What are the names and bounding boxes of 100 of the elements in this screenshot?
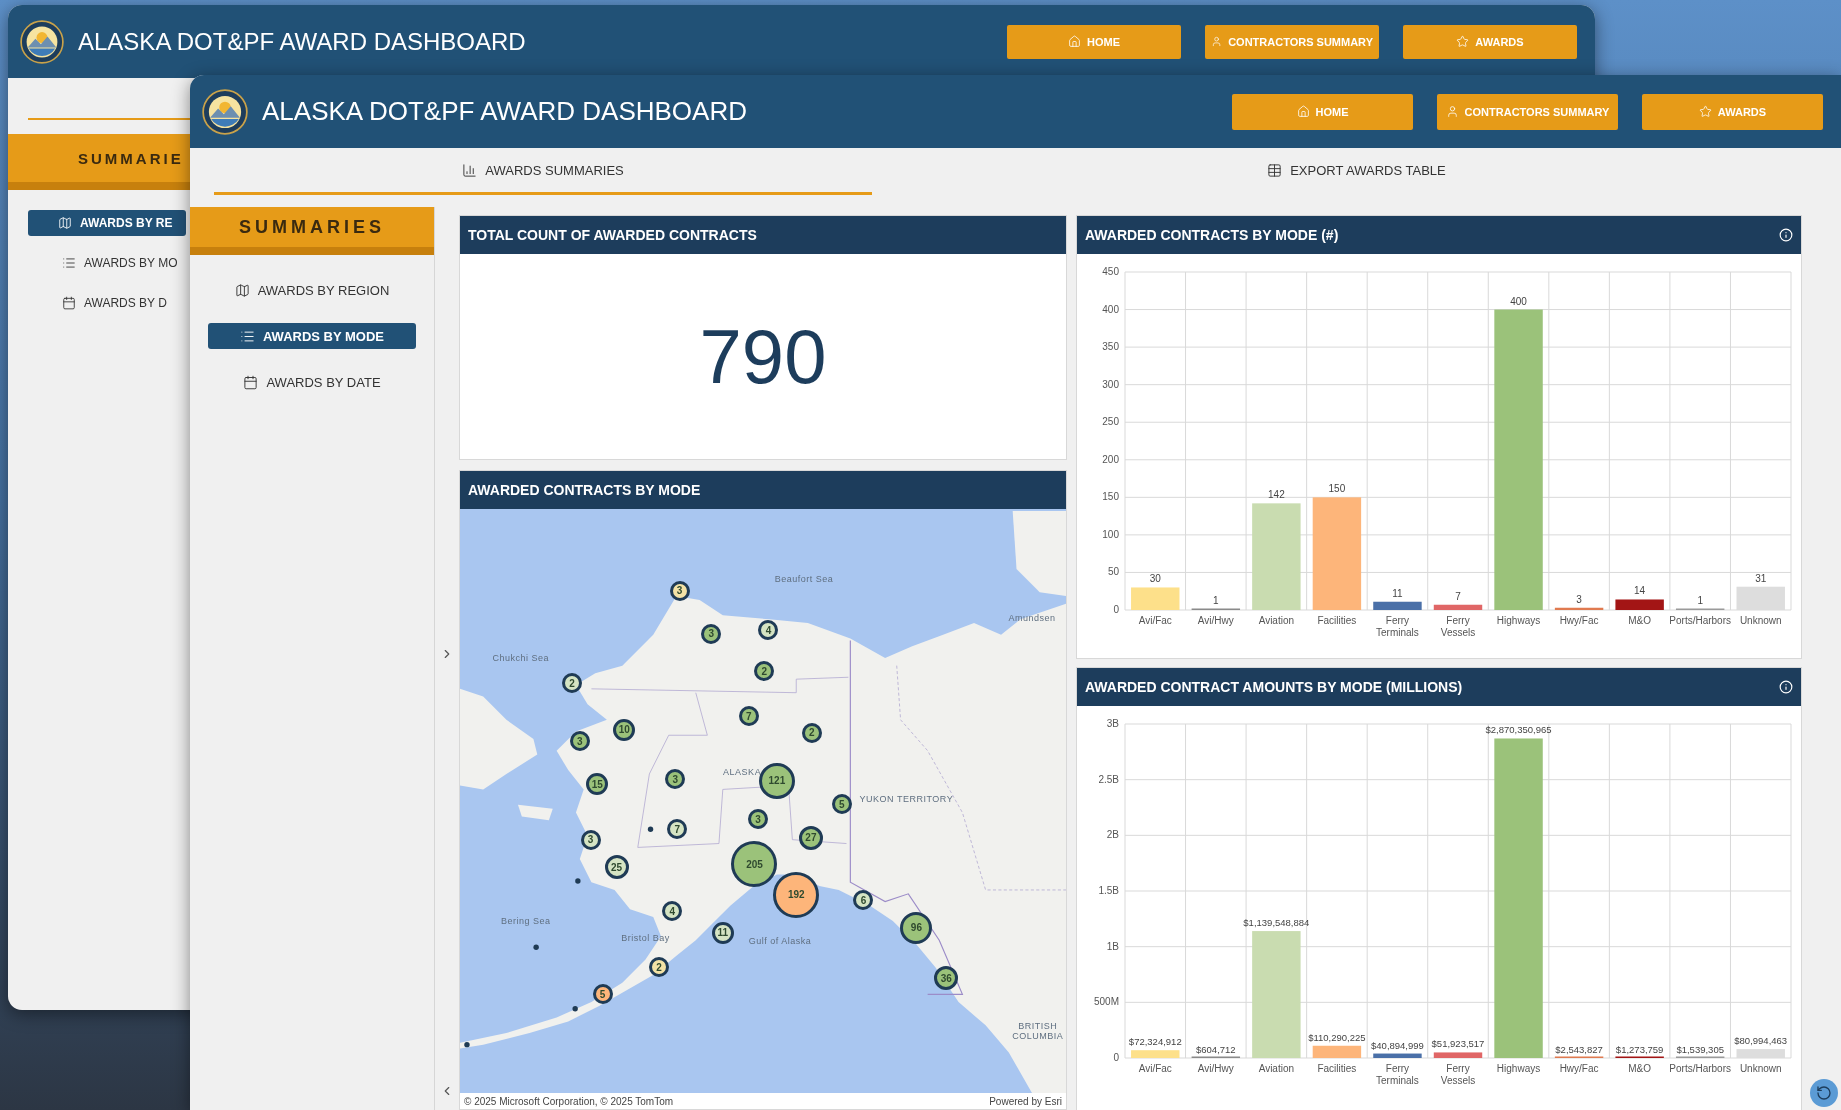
axis-tick-label: 450 — [1102, 266, 1119, 277]
cluster-marker[interactable]: 6 — [853, 890, 874, 910]
refresh-button[interactable] — [1810, 1079, 1838, 1107]
star-icon — [1698, 105, 1712, 118]
map-label: Beaufort Sea — [774, 573, 834, 584]
logo-icon — [20, 19, 64, 64]
category-label: Avi/Fac — [1138, 1063, 1172, 1074]
sidebar-item[interactable]: AWARDS BY MO — [28, 250, 186, 276]
data-label: 142 — [1268, 489, 1285, 501]
category-label: Avi/Hwy — [1197, 615, 1234, 626]
axis-tick-label: 3B — [1106, 718, 1119, 729]
card-title: AWARDED CONTRACT AMOUNTS BY MODE (MILLIONS) — [1085, 679, 1463, 695]
category-label: Ports/Harbors — [1669, 1063, 1732, 1074]
window-title: ALASKA DOT&PF AWARD DASHBOARD — [262, 96, 748, 127]
sidebar-item[interactable]: AWARDS BY RE — [28, 210, 186, 236]
cluster-marker[interactable]: 3 — [669, 580, 690, 601]
data-label: $604,712 — [1196, 1044, 1236, 1055]
category-label: Avi/Fac — [1138, 615, 1172, 626]
data-label: 14 — [1634, 585, 1646, 597]
map-credit: Powered by Esri — [989, 1095, 1062, 1107]
logo-icon — [202, 88, 248, 135]
house-icon — [1068, 35, 1081, 48]
cluster-marker[interactable]: 3 — [580, 829, 601, 850]
data-label: $2,870,350,965 — [1485, 724, 1552, 736]
data-label: 30 — [1149, 573, 1161, 585]
bar — [1433, 1052, 1483, 1058]
card-title: AWARDED CONTRACTS BY MODE — [468, 482, 701, 498]
sidebar-item[interactable]: AWARDS BY REGION — [208, 277, 416, 303]
category-label: Avi/Hwy — [1197, 1063, 1234, 1074]
axis-tick-label: 1B — [1106, 940, 1119, 952]
data-label: $80,994,463 — [1734, 1035, 1788, 1047]
cluster-marker[interactable]: 5 — [592, 984, 613, 1005]
data-label: $72,324,912 — [1128, 1036, 1182, 1048]
sidebar-item[interactable]: AWARDS BY D — [28, 290, 186, 316]
category-label: Ferry Vessels — [1440, 615, 1476, 638]
category-label: Aviation — [1258, 1063, 1295, 1074]
map-label: Bristol Bay — [621, 933, 670, 944]
data-label: 1 — [1213, 595, 1219, 607]
tab[interactable]: EXPORT AWARDS TABLE — [872, 148, 1841, 195]
cluster-marker[interactable]: 2 — [562, 673, 583, 694]
category-label: Unknown — [1739, 1063, 1782, 1074]
sidebar-title: SUMMARIES — [239, 216, 385, 238]
cluster-marker[interactable]: 11 — [711, 921, 734, 944]
calendar-icon — [243, 374, 259, 390]
info-icon[interactable] — [1779, 680, 1793, 694]
category-label: Ferry Terminals — [1376, 1063, 1419, 1086]
map-icon — [58, 216, 72, 230]
category-label: Unknown — [1739, 615, 1782, 626]
data-label: 11 — [1392, 587, 1403, 599]
tab[interactable]: AWARDS SUMMARIES — [214, 148, 872, 195]
axis-tick-label: 250 — [1102, 416, 1119, 428]
sidebar-item[interactable]: AWARDS BY DATE — [208, 369, 416, 395]
axis-tick-label: 200 — [1102, 453, 1119, 465]
axis-tick-label: 500M — [1094, 996, 1119, 1008]
bar — [1373, 601, 1422, 610]
data-label: $2,543,827 — [1555, 1044, 1603, 1055]
data-label: 31 — [1755, 572, 1767, 584]
bar — [1312, 1045, 1362, 1058]
bar — [1131, 1050, 1180, 1058]
sidebar-item[interactable]: AWARDS BY MODE — [208, 323, 416, 349]
user-icon — [1445, 105, 1459, 118]
list-icon — [62, 256, 76, 270]
list-icon — [239, 328, 255, 344]
category-label: Highways — [1496, 615, 1541, 626]
axis-tick-label: 400 — [1102, 303, 1119, 315]
bar — [1433, 604, 1483, 610]
user-icon — [1211, 35, 1223, 48]
bar — [1131, 587, 1180, 610]
map-label: Bering Sea — [500, 915, 551, 926]
data-label: $1,273,759 — [1615, 1044, 1664, 1055]
data-label: 150 — [1328, 483, 1346, 495]
map-label: YUKON TERRITORY — [859, 794, 954, 805]
data-label: $51,923,517 — [1431, 1038, 1485, 1050]
data-label: 400 — [1510, 295, 1527, 307]
category-label: Hwy/Fac — [1559, 615, 1599, 626]
axis-tick-label: 350 — [1102, 341, 1119, 353]
axis-tick-label: 1.5B — [1098, 885, 1119, 896]
category-label: Hwy/Fac — [1559, 1063, 1599, 1074]
star-icon — [1456, 35, 1470, 48]
cluster-marker[interactable]: 36 — [934, 966, 959, 991]
category-label: M&O — [1628, 615, 1652, 626]
map-icon — [234, 282, 250, 298]
data-label: $1,539,305 — [1676, 1044, 1724, 1055]
bar-chart-icon — [462, 162, 478, 178]
cluster-marker[interactable]: 192 — [773, 871, 820, 918]
house-icon — [1296, 105, 1310, 118]
data-label: $1,139,548,884 — [1243, 917, 1310, 929]
axis-tick-label: 100 — [1102, 528, 1119, 540]
window-title: ALASKA DOT&PF AWARD DASHBOARD — [78, 27, 527, 56]
axis-tick-label: 50 — [1107, 566, 1119, 578]
data-label: 1 — [1697, 595, 1703, 607]
sidebar-title: SUMMARIE — [78, 149, 184, 167]
map-attribution: © 2025 Microsoft Corporation, © 2025 TomTom — [464, 1095, 674, 1107]
category-label: Highways — [1496, 1063, 1541, 1074]
map-label: BRITISH COLUMBIA — [1012, 1021, 1064, 1042]
info-icon[interactable] — [1779, 228, 1793, 242]
data-label: 7 — [1455, 590, 1461, 602]
refresh-icon — [1816, 1085, 1832, 1101]
map-label: Chukchi Sea — [492, 652, 549, 663]
axis-tick-label: 300 — [1102, 378, 1119, 390]
